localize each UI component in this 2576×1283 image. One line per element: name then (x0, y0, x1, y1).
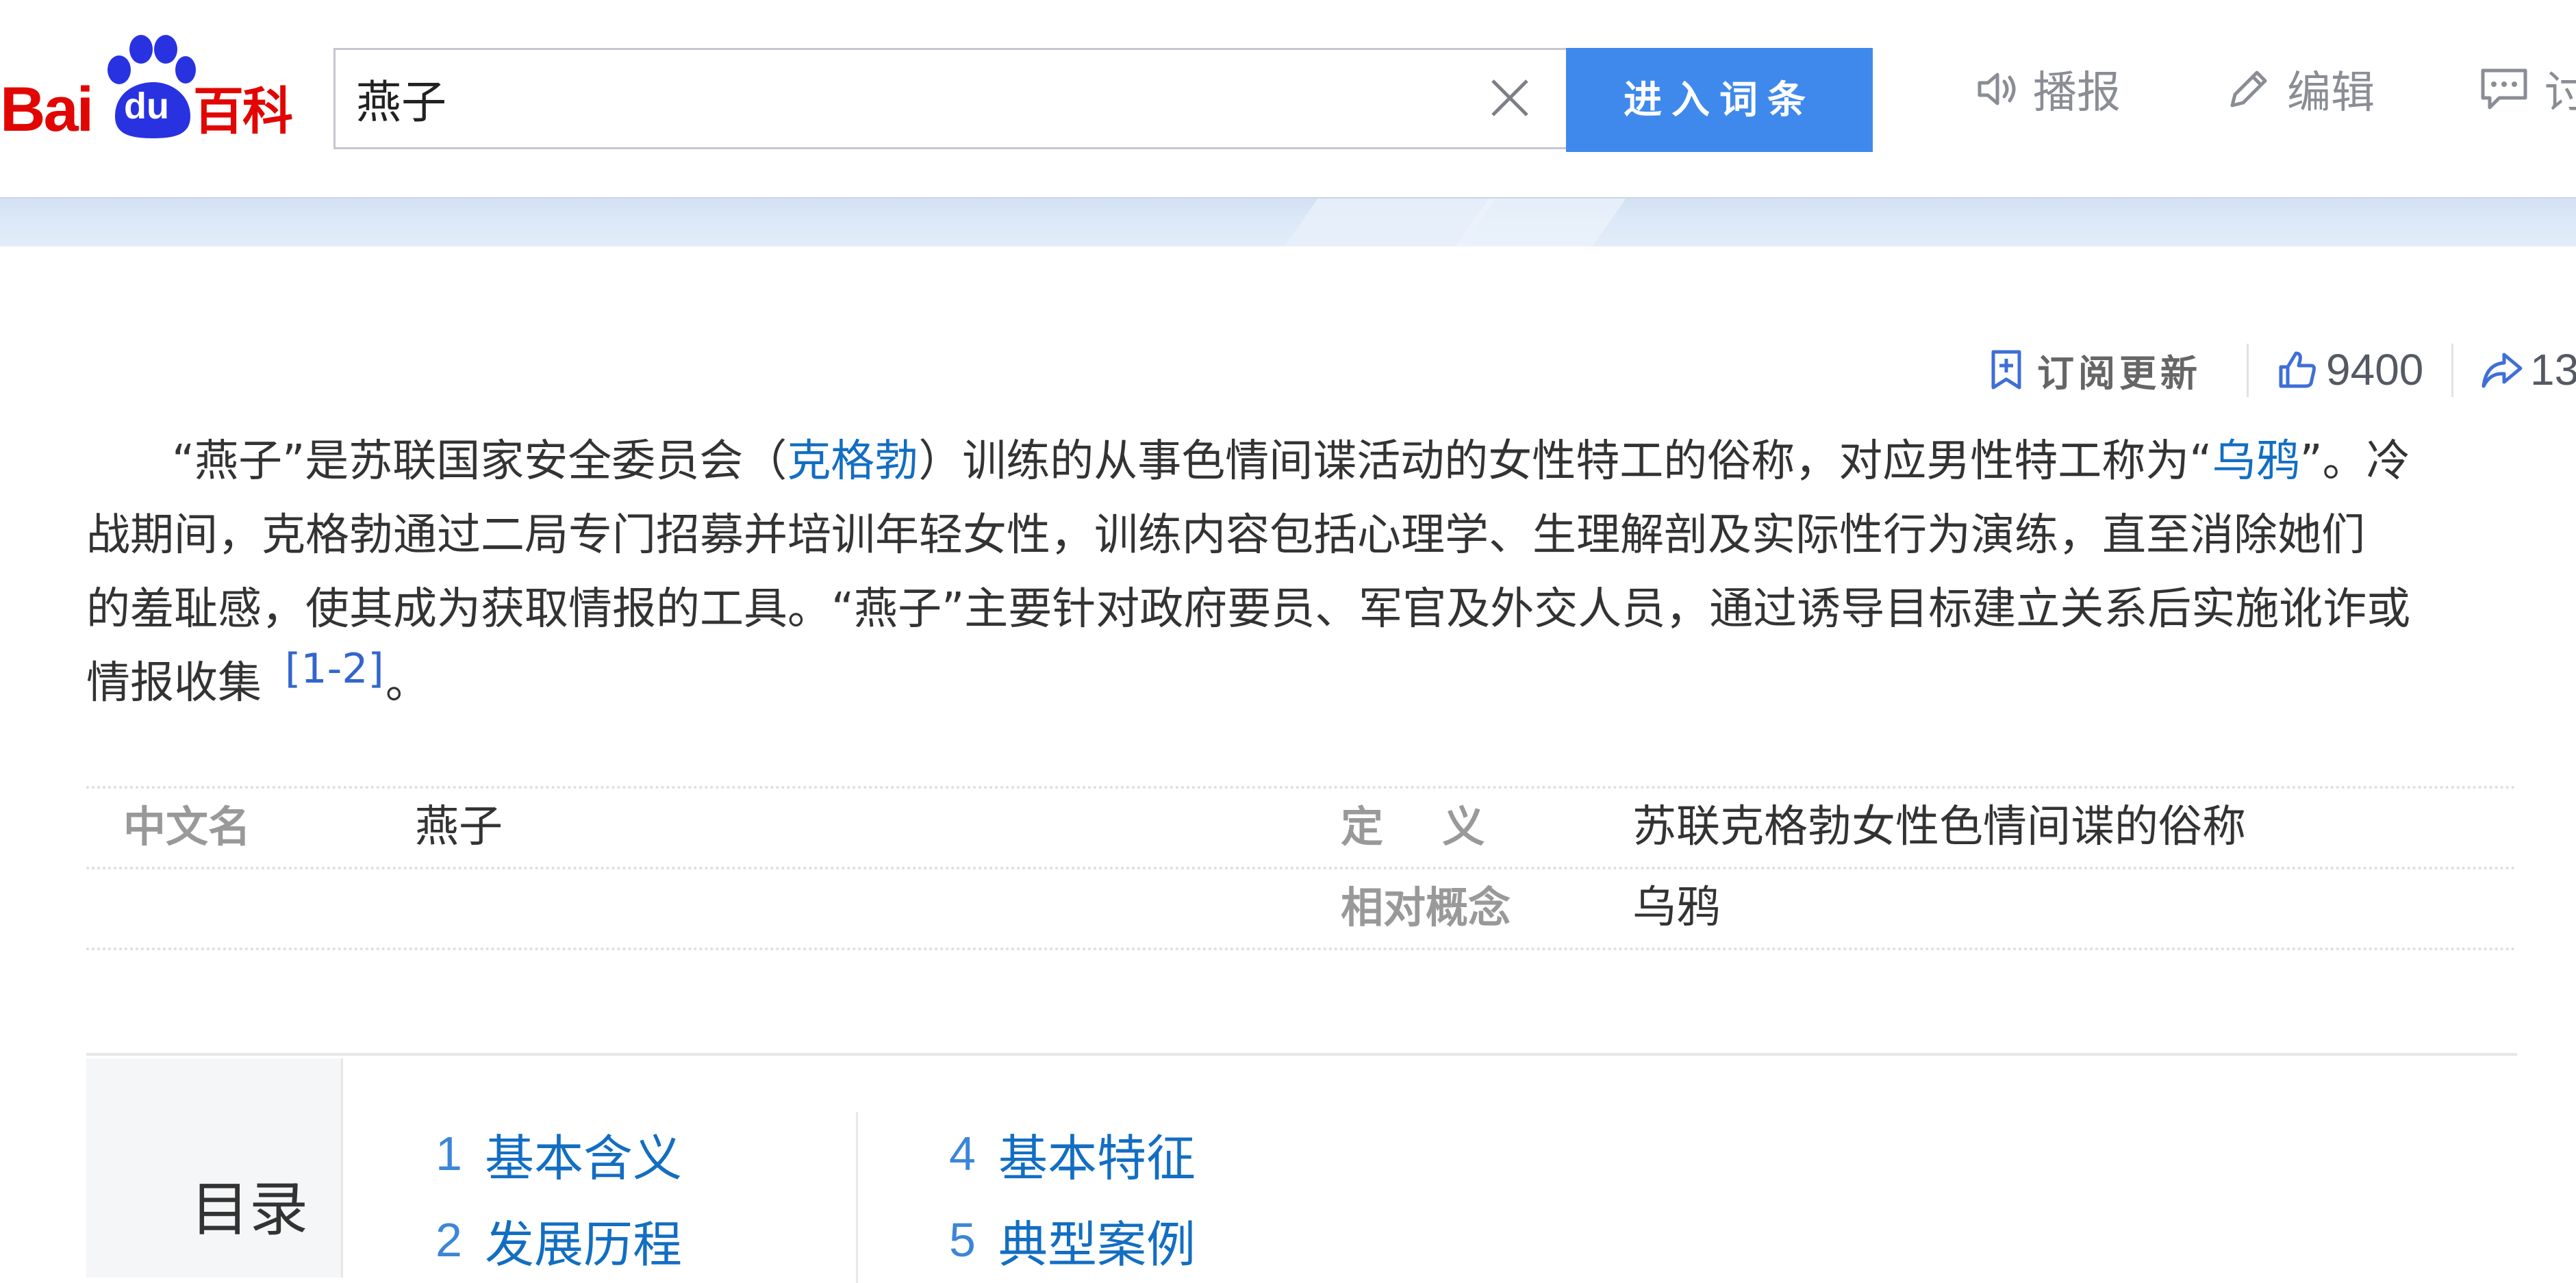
speaker-icon (1978, 73, 2016, 105)
toc-side: 目录 (86, 1058, 343, 1278)
edit-label: 编辑 (2287, 68, 2375, 118)
info-label: 相对概念 (1341, 882, 1511, 932)
share-button[interactable]: 13 (2481, 335, 2576, 404)
info-label: 定 义 (1341, 802, 1485, 852)
summary-text: ”。冷 (2299, 436, 2410, 487)
summary-line: 战期间，克格勃通过二局专门招募并培训年轻女性，训练内容包括心理学、生理解剖及实际… (86, 510, 2365, 561)
discuss-label: 讨 (2545, 68, 2576, 118)
edit-button[interactable]: 编辑 (2225, 62, 2375, 118)
basic-info-box: 中文名 燕子 定 义 苏联克格勃女性色情间谍的俗称 相对概念 乌鸦 (86, 786, 2517, 950)
summary-text: “燕子”是苏联国家安全委员会（ (172, 436, 787, 487)
toc-item[interactable]: 2 发展历程 (435, 1197, 682, 1283)
subscribe-label: 订阅更新 (2037, 351, 2201, 395)
entry-summary: “燕子”是苏联国家安全委员会（克格勃）训练的从事色情间谍活动的女性特工的俗称，对… (86, 424, 2524, 720)
toc-item[interactable]: 5 典型案例 (949, 1197, 1196, 1283)
toc-divider (856, 1112, 858, 1283)
toc-column: 1 基本含义 2 发展历程 (435, 1110, 682, 1283)
like-button[interactable]: 9400 (2277, 335, 2423, 404)
top-header: Bai du 百科 进入词条 播报 编辑 (0, 0, 2576, 199)
toc-item-label: 发展历程 (485, 1215, 683, 1273)
pencil-icon (2230, 71, 2267, 107)
subscribe-button[interactable]: 订阅更新 (1989, 335, 2201, 404)
search-box (333, 48, 1566, 149)
summary-line: “燕子”是苏联国家安全委员会（克格勃）训练的从事色情间谍活动的女性特工的俗称，对… (86, 424, 2524, 498)
clear-icon[interactable] (1486, 74, 1534, 122)
like-count: 9400 (2326, 345, 2424, 394)
thumbs-up-icon (2279, 351, 2316, 388)
action-divider (2247, 344, 2249, 397)
toc-item-label: 典型案例 (998, 1215, 1196, 1273)
summary-text: 。 (385, 658, 429, 709)
toc-item-number: 2 (435, 1213, 462, 1267)
toc-item[interactable]: 4 基本特征 (949, 1110, 1196, 1197)
listen-label: 播报 (2033, 68, 2121, 118)
logo-baike-text: 百科 (193, 82, 293, 141)
baidu-baike-logo[interactable]: Bai du 百科 (0, 34, 308, 144)
citation-link[interactable]: [1-2] (285, 645, 384, 693)
bookmark-plus-icon (1991, 350, 2021, 390)
share-icon (2482, 353, 2523, 388)
toc-item-label: 基本含义 (485, 1129, 683, 1187)
toc-item-number: 1 (435, 1127, 462, 1180)
summary-text: ）训练的从事色情间谍活动的女性特工的俗称，对应男性特工称为“ (918, 436, 2212, 487)
summary-text: 情报收集 (86, 658, 262, 709)
toc-item-number: 4 (949, 1127, 976, 1180)
toc-item[interactable]: 1 基本含义 (435, 1110, 682, 1197)
info-value: 苏联克格勃女性色情间谍的俗称 (1632, 802, 2246, 852)
link-kgb[interactable]: 克格勃 (787, 436, 918, 487)
info-row: 相对概念 乌鸦 (86, 869, 2517, 950)
info-value: 乌鸦 (1632, 882, 1720, 933)
logo-du-text: du (124, 86, 169, 127)
summary-line: 的羞耻感，使其成为获取情报的工具。“燕子”主要针对政府要员、军官及外交人员，通过… (86, 584, 2411, 635)
share-count: 13 (2530, 345, 2576, 394)
enter-entry-button[interactable]: 进入词条 (1566, 48, 1873, 152)
search-input[interactable] (356, 50, 1452, 147)
discuss-button[interactable]: 讨 (2479, 62, 2576, 118)
info-row: 中文名 燕子 定 义 苏联克格勃女性色情间谍的俗称 (86, 786, 2517, 869)
listen-button[interactable]: 播报 (1975, 62, 2121, 118)
toc-column: 4 基本特征 5 典型案例 (949, 1110, 1196, 1283)
info-label: 中文名 (123, 802, 251, 852)
info-value: 燕子 (415, 802, 503, 852)
logo-bai-text: Bai (0, 75, 94, 144)
toc-title: 目录 (190, 1176, 308, 1244)
header-banner-strip (0, 199, 2576, 246)
toc-item-number: 5 (949, 1213, 976, 1267)
entry-actions: 订阅更新 9400 13 (1989, 335, 2576, 404)
table-of-contents: 目录 1 基本含义 2 发展历程 4 基本特征 5 典型案例 (86, 1053, 2517, 1283)
action-divider (2451, 344, 2453, 397)
comment-icon (2481, 68, 2527, 110)
toc-item-label: 基本特征 (998, 1129, 1196, 1187)
link-raven[interactable]: 乌鸦 (2212, 436, 2299, 487)
summary-line: 情报收集 [1-2]。 (86, 645, 2524, 720)
